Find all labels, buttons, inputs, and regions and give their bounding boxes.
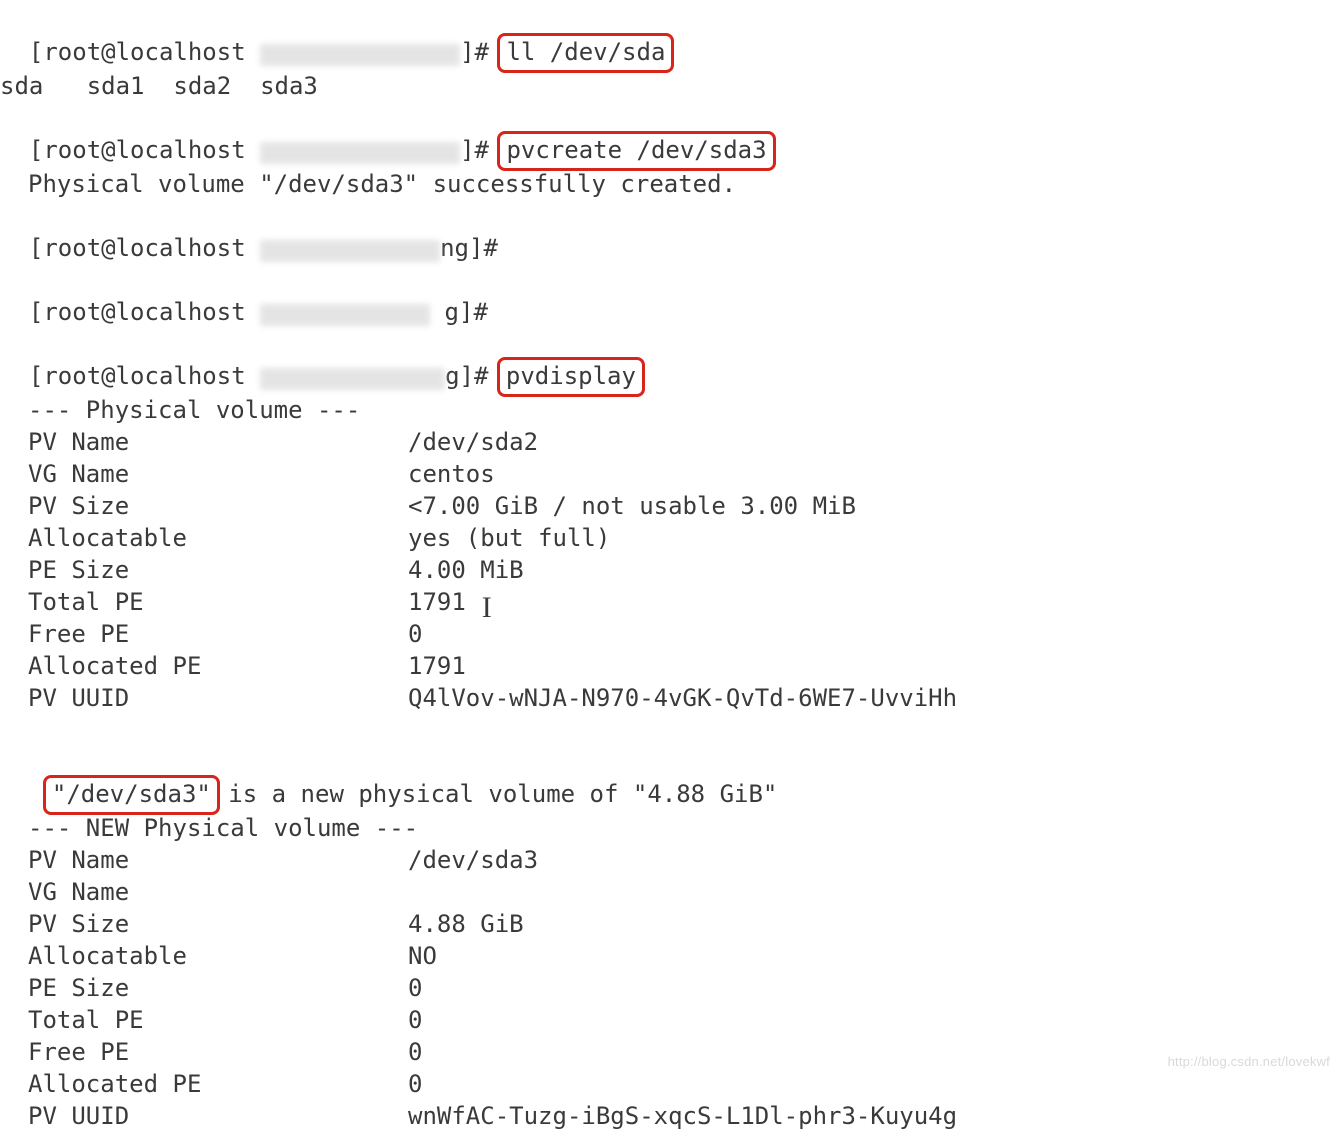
command-pvdisplay-text: pvdisplay (506, 362, 636, 390)
output-listing: sda sda1 sda2 sda3 (0, 70, 1336, 102)
prompt-open: [root@localhost (29, 362, 260, 390)
value-pv-uuid: wnWfAC-Tuzg-iBgS-xqcS-L1Dl-phr3-Kuyu4g (408, 1100, 957, 1132)
pv2-row: PE Size0 (0, 972, 1336, 1004)
label-allocatable: Allocatable (0, 940, 408, 972)
prompt-close: ]# (459, 298, 502, 326)
label-allocatable: Allocatable (0, 522, 408, 554)
command-pvcreate-text: pvcreate /dev/sda3 (506, 136, 766, 164)
blank-line (0, 714, 1336, 746)
censored-dir (260, 368, 445, 390)
value-pv-size: 4.88 GiB (408, 908, 524, 940)
label-free-pe: Free PE (0, 618, 408, 650)
prompt-line-2: [root@localhost ]# pvcreate /dev/sda3 (0, 102, 1336, 168)
value-pv-size: <7.00 GiB / not usable 3.00 MiB (408, 490, 856, 522)
value-pv-name: /dev/sda2 (408, 426, 538, 458)
command-pvcreate[interactable]: pvcreate /dev/sda3 (497, 131, 775, 171)
pv1-row: VG Namecentos (0, 458, 1336, 490)
prompt-open: [root@localhost (29, 234, 260, 262)
value-total-pe: 0 (408, 1004, 422, 1036)
pv1-row: Allocatableyes (but full) (0, 522, 1336, 554)
value-pv-name: /dev/sda3 (408, 844, 538, 876)
prompt-close: ]# (469, 234, 512, 262)
censored-dir (260, 240, 440, 262)
value-pe-size: 0 (408, 972, 422, 1004)
output-pv-created: Physical volume "/dev/sda3" successfully… (0, 168, 1336, 200)
label-pe-size: PE Size (0, 972, 408, 1004)
watermark: http://blog.csdn.net/lovekwf (1168, 1046, 1330, 1078)
pv2-row: Total PE0 (0, 1004, 1336, 1036)
label-pv-uuid: PV UUID (0, 1100, 408, 1132)
dir-suffix: g (430, 298, 459, 326)
pv2-row: Free PE0 (0, 1036, 1336, 1068)
prompt-line-1: [root@localhost ]# ll /dev/sda (0, 4, 1336, 70)
pv-header-1: --- Physical volume --- (0, 394, 1336, 426)
pv1-row: Total PE1791I (0, 586, 1336, 618)
label-pv-uuid: PV UUID (0, 682, 408, 714)
prompt-open: [root@localhost (29, 38, 260, 66)
value-allocatable: yes (but full) (408, 522, 610, 554)
pv2-row: AllocatableNO (0, 940, 1336, 972)
value-pe-size: 4.00 MiB (408, 554, 524, 586)
pv1-row: PV UUIDQ4lVov-wNJA-N970-4vGK-QvTd-6WE7-U… (0, 682, 1336, 714)
label-free-pe: Free PE (0, 1036, 408, 1068)
prompt-line-3: [root@localhost ng]# (0, 200, 1336, 264)
prompt-open: [root@localhost (29, 298, 260, 326)
dir-suffix: g (445, 362, 459, 390)
value-pv-uuid: Q4lVov-wNJA-N970-4vGK-QvTd-6WE7-UvviHh (408, 682, 957, 714)
censored-dir (260, 44, 460, 66)
pv2-row: PV Name/dev/sda3 (0, 844, 1336, 876)
pv-header-2: --- NEW Physical volume --- (0, 812, 1336, 844)
pv1-row: Allocated PE1791 (0, 650, 1336, 682)
prompt-line-5: [root@localhost g]# pvdisplay (0, 328, 1336, 394)
pv-new-intro-rest: is a new physical volume of "4.88 GiB" (214, 780, 778, 808)
label-allocated-pe: Allocated PE (0, 1068, 408, 1100)
pv1-row: PE Size4.00 MiB (0, 554, 1336, 586)
value-free-pe: 0 (408, 1036, 422, 1068)
highlight-devsda3-text: "/dev/sda3" (52, 780, 211, 808)
prompt-line-4: [root@localhost g]# (0, 264, 1336, 328)
pv2-row: VG Name (0, 876, 1336, 908)
command-pvdisplay[interactable]: pvdisplay (497, 357, 645, 397)
highlight-devsda3: "/dev/sda3" (43, 775, 220, 815)
value-total-pe: 1791 (408, 586, 466, 618)
label-pv-size: PV Size (0, 490, 408, 522)
label-vg-name: VG Name (0, 458, 408, 490)
label-total-pe: Total PE (0, 1004, 408, 1036)
pv1-row: PV Name/dev/sda2 (0, 426, 1336, 458)
text-cursor-icon: I (482, 592, 492, 624)
command-ll-text: ll /dev/sda (506, 38, 665, 66)
dir-suffix: ng (440, 234, 469, 262)
value-allocated-pe: 1791 (408, 650, 466, 682)
pv2-row: PV UUIDwnWfAC-Tuzg-iBgS-xqcS-L1Dl-phr3-K… (0, 1100, 1336, 1132)
prompt-open: [root@localhost (29, 136, 260, 164)
label-vg-name: VG Name (0, 876, 408, 908)
value-vg-name: centos (408, 458, 495, 490)
label-pv-name: PV Name (0, 844, 408, 876)
label-pe-size: PE Size (0, 554, 408, 586)
value-allocated-pe: 0 (408, 1068, 422, 1100)
command-ll[interactable]: ll /dev/sda (497, 33, 674, 73)
label-total-pe: Total PE (0, 586, 408, 618)
pv2-row: Allocated PE0 (0, 1068, 1336, 1100)
label-allocated-pe: Allocated PE (0, 650, 408, 682)
value-allocatable: NO (408, 940, 437, 972)
label-pv-name: PV Name (0, 426, 408, 458)
censored-dir (260, 304, 430, 326)
pv2-row: PV Size4.88 GiB (0, 908, 1336, 940)
label-pv-size: PV Size (0, 908, 408, 940)
pv-new-intro: "/dev/sda3" is a new physical volume of … (0, 746, 1336, 812)
censored-dir (260, 142, 460, 164)
pv1-row: Free PE0 (0, 618, 1336, 650)
value-free-pe: 0 (408, 618, 422, 650)
pv1-row: PV Size<7.00 GiB / not usable 3.00 MiB (0, 490, 1336, 522)
